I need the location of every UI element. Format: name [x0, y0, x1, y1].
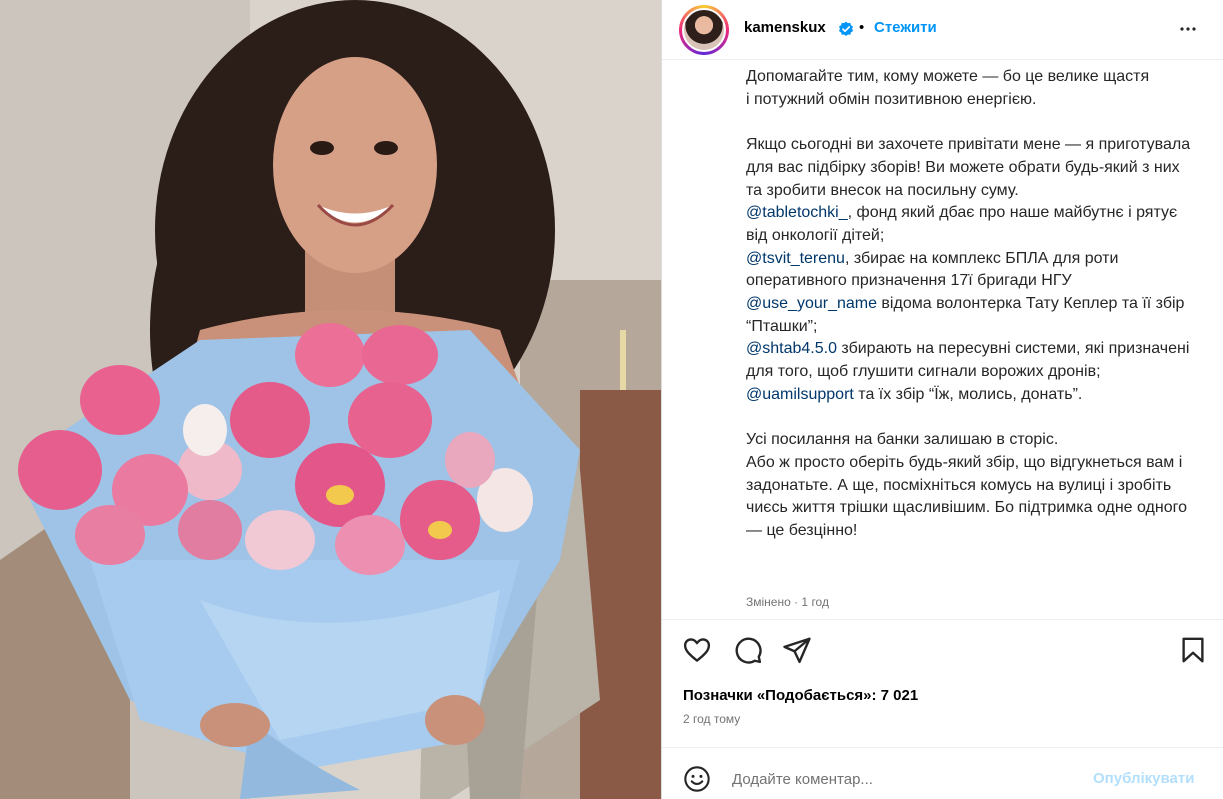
share-icon[interactable] — [782, 635, 812, 665]
post-time[interactable]: 2 год тому — [683, 712, 740, 726]
verified-icon — [839, 21, 853, 36]
publish-button[interactable]: Опублікувати — [1093, 770, 1194, 787]
post-caption: Допомагайте тим, кому можете — бо це вел… — [746, 66, 1198, 622]
comment-icon[interactable] — [733, 635, 763, 665]
comment-input[interactable] — [732, 768, 1072, 790]
caption-paragraph-2: Якщо сьогодні ви захочете привітати мене… — [746, 134, 1198, 406]
mention-tsvit-terenu[interactable]: @tsvit_terenu — [746, 250, 845, 267]
mention-uamilsupport[interactable]: @uamilsupport — [746, 386, 854, 403]
caption-paragraph-3: Усі посилання на банки залишаю в сторіс.… — [746, 431, 1187, 540]
post-side-panel: kamenskux • Стежити Допомагайте тим, ком… — [661, 0, 1223, 799]
avatar-story-ring[interactable] — [679, 5, 729, 55]
mention-use-your-name[interactable]: @use_your_name — [746, 295, 877, 312]
bookmark-icon[interactable] — [1178, 635, 1208, 665]
post-photo[interactable] — [0, 0, 661, 799]
post-container: kamenskux • Стежити Допомагайте тим, ком… — [0, 0, 1223, 799]
avatar[interactable] — [682, 8, 726, 52]
likes-count[interactable]: Позначки «Подобається»: 7 021 — [683, 687, 918, 704]
comment-bar: Опублікувати — [662, 747, 1223, 799]
edited-timestamp: Змінено · 1 год — [746, 595, 829, 609]
caption-text-5: та їх збір “Їж, молись, донать”. — [853, 385, 1083, 403]
photo-illustration — [0, 0, 661, 799]
mention-shtab[interactable]: @shtab4.5.0 — [746, 340, 837, 357]
heart-icon[interactable] — [682, 635, 712, 665]
header-separator: • — [859, 19, 865, 36]
follow-button[interactable]: Стежити — [874, 19, 937, 36]
caption-paragraph-1: Допомагайте тим, кому можете — бо це вел… — [746, 68, 1150, 108]
emoji-icon[interactable] — [683, 765, 711, 793]
mention-tabletochki[interactable]: @tabletochki_ — [746, 204, 848, 221]
post-header: kamenskux • Стежити — [662, 0, 1223, 60]
username[interactable]: kamenskux — [744, 19, 826, 36]
caption-intro: Якщо сьогодні ви захочете привітати мене… — [746, 136, 1191, 199]
action-bar — [662, 619, 1223, 679]
more-options-icon[interactable] — [1176, 17, 1200, 41]
